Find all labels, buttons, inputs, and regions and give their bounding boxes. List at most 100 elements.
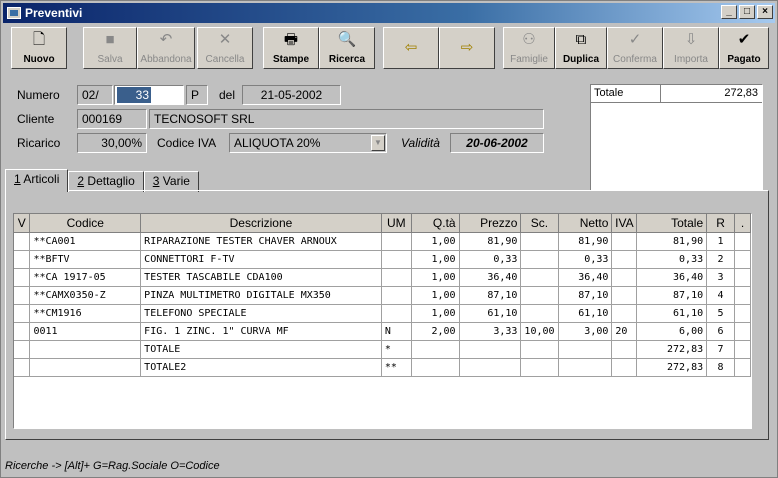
table-cell[interactable] (14, 250, 31, 269)
table-cell[interactable]: 0,33 (636, 250, 708, 269)
numero-prefix-field[interactable]: 02/ (77, 85, 113, 105)
next-button[interactable]: ⇨ (439, 27, 495, 69)
table-cell[interactable] (381, 304, 412, 323)
maximize-button[interactable]: □ (739, 5, 755, 19)
table-cell[interactable]: * (381, 340, 412, 359)
table-cell[interactable] (611, 268, 638, 287)
col-header[interactable]: Codice (29, 214, 142, 233)
ricerca-button[interactable]: 🔍 Ricerca (319, 27, 375, 69)
table-cell[interactable]: 3,33 (459, 322, 522, 341)
table-cell[interactable]: 4 (706, 286, 735, 305)
cliente-code-field[interactable]: 000169 (77, 109, 147, 129)
table-cell[interactable]: **CA001 (29, 232, 142, 251)
stampe-button[interactable]: 🖶 Stampe (263, 27, 319, 69)
pagato-button[interactable]: ✔ Pagato (719, 27, 769, 69)
cliente-name-field[interactable]: TECNOSOFT SRL (149, 109, 544, 129)
table-cell[interactable]: 272,83 (636, 358, 708, 377)
table-cell[interactable]: N (381, 322, 412, 341)
col-header[interactable]: Descrizione (140, 214, 382, 233)
table-cell[interactable]: 1,00 (411, 232, 460, 251)
table-cell[interactable]: PINZA MULTIMETRO DIGITALE MX350 (140, 286, 382, 305)
table-cell[interactable] (734, 358, 751, 377)
col-header[interactable]: V (14, 214, 31, 233)
table-cell[interactable] (734, 340, 751, 359)
table-cell[interactable]: 0,33 (558, 250, 613, 269)
table-cell[interactable]: 0,33 (459, 250, 522, 269)
table-cell[interactable]: **CAMX0350-Z (29, 286, 142, 305)
table-cell[interactable]: 20 (611, 322, 638, 341)
close-button[interactable]: × (757, 5, 773, 19)
table-cell[interactable] (611, 250, 638, 269)
table-cell[interactable] (520, 268, 559, 287)
table-row[interactable]: **CAMX0350-Z PINZA MULTIMETRO DIGITALE MX… (14, 286, 751, 305)
col-header[interactable]: Prezzo (459, 214, 522, 233)
table-cell[interactable] (734, 232, 751, 251)
table-cell[interactable] (381, 250, 412, 269)
table-cell[interactable] (520, 232, 559, 251)
table-cell[interactable] (734, 286, 751, 305)
table-cell[interactable]: 1,00 (411, 268, 460, 287)
tab-articoli[interactable]: 1 Articoli (5, 169, 69, 192)
table-cell[interactable]: 36,40 (459, 268, 522, 287)
conferma-button[interactable]: ✓ Conferma (607, 27, 663, 69)
table-cell[interactable]: 87,10 (459, 286, 522, 305)
table-cell[interactable] (558, 340, 613, 359)
validita-field[interactable]: 20-06-2002 (450, 133, 544, 153)
table-cell[interactable]: 5 (706, 304, 735, 323)
table-cell[interactable] (558, 358, 613, 377)
chevron-down-icon[interactable]: ▼ (371, 135, 385, 151)
table-cell[interactable]: 61,10 (636, 304, 708, 323)
table-cell[interactable] (411, 358, 460, 377)
articoli-grid[interactable]: V Codice Descrizione UM Q.tà Prezzo Sc. … (13, 213, 752, 429)
table-cell[interactable] (734, 304, 751, 323)
table-cell[interactable]: TOTALE (140, 340, 382, 359)
table-row[interactable]: **CM1916 TELEFONO SPECIALE 1,00 61,10 61,10 6… (14, 304, 751, 323)
table-cell[interactable]: TOTALE2 (140, 358, 382, 377)
table-cell[interactable]: TESTER TASCABILE CDA100 (140, 268, 382, 287)
table-cell[interactable] (14, 322, 31, 341)
table-cell[interactable] (14, 232, 31, 251)
codice-iva-select[interactable]: ALIQUOTA 20% ▼ (229, 133, 387, 153)
table-cell[interactable]: FIG. 1 ZINC. 1" CURVA MF (140, 322, 382, 341)
table-cell[interactable] (14, 358, 31, 377)
table-cell[interactable]: CONNETTORI F-TV (140, 250, 382, 269)
table-cell[interactable] (520, 250, 559, 269)
table-cell[interactable] (611, 232, 638, 251)
table-cell[interactable] (14, 340, 31, 359)
salva-button[interactable]: ■ Salva (83, 27, 137, 69)
table-cell[interactable]: 1 (706, 232, 735, 251)
table-cell[interactable] (29, 358, 142, 377)
table-cell[interactable]: 6,00 (636, 322, 708, 341)
table-cell[interactable]: 61,10 (459, 304, 522, 323)
col-header[interactable]: Totale (636, 214, 708, 233)
table-cell[interactable]: ** (381, 358, 412, 377)
previous-button[interactable]: ⇦ (383, 27, 439, 69)
table-cell[interactable] (734, 322, 751, 341)
nuovo-button[interactable]: 🗋 Nuovo (11, 27, 67, 69)
table-cell[interactable]: 272,83 (636, 340, 708, 359)
table-cell[interactable]: 81,90 (558, 232, 613, 251)
table-cell[interactable]: 6 (706, 322, 735, 341)
table-cell[interactable]: **CA 1917-05 (29, 268, 142, 287)
table-cell[interactable] (411, 340, 460, 359)
table-cell[interactable]: 2 (706, 250, 735, 269)
table-cell[interactable] (611, 340, 638, 359)
table-cell[interactable] (14, 304, 31, 323)
table-cell[interactable] (459, 340, 522, 359)
col-header[interactable]: . (734, 214, 751, 233)
col-header[interactable]: Sc. (520, 214, 559, 233)
table-cell[interactable] (611, 358, 638, 377)
table-row[interactable]: **BFTV CONNETTORI F-TV 1,00 0,33 0,33 0,33 2 (14, 250, 751, 269)
numero-field[interactable]: 33 (114, 85, 184, 105)
table-cell[interactable]: 10,00 (520, 322, 559, 341)
table-cell[interactable]: 2,00 (411, 322, 460, 341)
table-cell[interactable]: **BFTV (29, 250, 142, 269)
table-cell[interactable] (381, 232, 412, 251)
col-header[interactable]: Netto (558, 214, 613, 233)
table-cell[interactable] (459, 358, 522, 377)
table-cell[interactable]: 61,10 (558, 304, 613, 323)
table-cell[interactable]: TELEFONO SPECIALE (140, 304, 382, 323)
table-cell[interactable] (520, 340, 559, 359)
table-cell[interactable]: 3,00 (558, 322, 613, 341)
table-cell[interactable]: RIPARAZIONE TESTER CHAVER ARNOUX (140, 232, 382, 251)
